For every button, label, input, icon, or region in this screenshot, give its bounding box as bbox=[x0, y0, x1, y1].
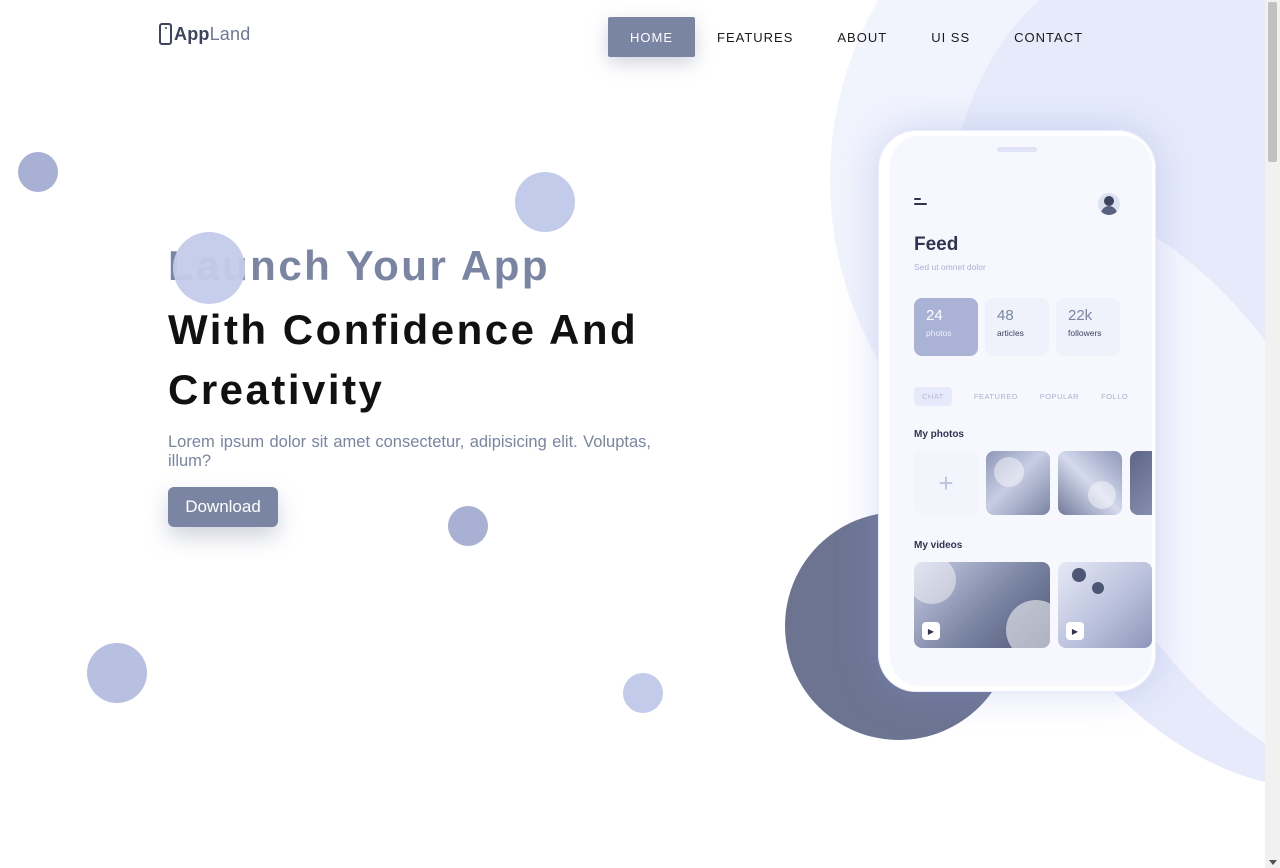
stat-value: 48 bbox=[997, 307, 1014, 324]
scrollbar-thumb[interactable] bbox=[1268, 2, 1277, 162]
logo-text-primary: App bbox=[174, 23, 210, 44]
nav-item-home[interactable]: HOME bbox=[608, 17, 695, 57]
decorative-circle bbox=[18, 152, 58, 192]
photo-thumbnail bbox=[1058, 451, 1122, 515]
phone-icon bbox=[159, 23, 172, 45]
video-shape bbox=[1092, 582, 1104, 594]
landing-page: App Land HOME FEATURES ABOUT UI SS CONTA… bbox=[0, 0, 1265, 868]
stat-card-articles: 48 articles bbox=[985, 298, 1049, 356]
nav-item-features[interactable]: FEATURES bbox=[695, 17, 815, 57]
logo[interactable]: App Land bbox=[159, 23, 250, 45]
scroll-down-arrow-icon[interactable] bbox=[1269, 860, 1277, 865]
nav-item-about[interactable]: ABOUT bbox=[815, 17, 909, 57]
video-shape bbox=[1006, 600, 1050, 648]
phone-tabs: CHAT FEATURED POPULAR FOLLO bbox=[914, 387, 1150, 406]
decorative-circle bbox=[87, 643, 147, 703]
avatar-icon bbox=[1098, 193, 1120, 215]
video-shape bbox=[914, 562, 956, 604]
stat-value: 22k bbox=[1068, 307, 1093, 324]
video-thumbnail: ▶ bbox=[1058, 562, 1152, 648]
video-thumbnail: ▶ bbox=[914, 562, 1050, 648]
decorative-circle bbox=[623, 673, 663, 713]
stat-label: followers bbox=[1068, 328, 1102, 338]
stat-label: photos bbox=[926, 328, 952, 338]
photo-shape bbox=[1088, 481, 1116, 509]
phone-notch bbox=[997, 147, 1037, 152]
photo-shape bbox=[994, 457, 1024, 487]
stat-label: articles bbox=[997, 328, 1024, 338]
video-shape bbox=[1072, 568, 1086, 582]
download-button[interactable]: Download bbox=[168, 487, 278, 527]
stat-card-photos: 24 photos bbox=[914, 298, 978, 356]
main-nav: HOME FEATURES ABOUT UI SS CONTACT bbox=[608, 17, 1105, 57]
photo-thumbnail bbox=[1130, 451, 1152, 515]
decorative-circle bbox=[515, 172, 575, 232]
photo-thumbnail bbox=[986, 451, 1050, 515]
plus-icon: + bbox=[938, 467, 954, 498]
add-photo-tile: + bbox=[914, 451, 978, 515]
logo-text-secondary: Land bbox=[209, 23, 251, 44]
decorative-circle bbox=[448, 506, 488, 546]
nav-item-ui-ss[interactable]: UI SS bbox=[909, 17, 992, 57]
videos-section-title: My videos bbox=[914, 540, 963, 551]
decorative-circle bbox=[173, 232, 245, 304]
nav-item-contact[interactable]: CONTACT bbox=[992, 17, 1105, 57]
phone-tab-following: FOLLO bbox=[1101, 392, 1129, 401]
phone-tab-chat: CHAT bbox=[914, 387, 952, 406]
page-scrollbar[interactable] bbox=[1265, 0, 1280, 868]
stat-card-followers: 22k followers bbox=[1056, 298, 1120, 356]
phone-mockup: Feed Sed ut omnet dolor 24 photos 48 art… bbox=[878, 130, 1156, 692]
feed-title: Feed bbox=[914, 234, 959, 255]
stat-value: 24 bbox=[926, 307, 943, 324]
play-icon: ▶ bbox=[922, 622, 940, 640]
feed-subtitle: Sed ut omnet dolor bbox=[914, 262, 986, 272]
phone-tab-featured: FEATURED bbox=[973, 392, 1018, 401]
hero-description: Lorem ipsum dolor sit amet consectetur, … bbox=[168, 433, 651, 470]
photos-section-title: My photos bbox=[914, 429, 964, 440]
phone-screen: Feed Sed ut omnet dolor 24 photos 48 art… bbox=[890, 136, 1152, 686]
hero-title: With Confidence And Creativity bbox=[168, 306, 639, 413]
play-icon: ▶ bbox=[1066, 622, 1084, 640]
phone-tab-popular: POPULAR bbox=[1039, 392, 1080, 401]
menu-icon bbox=[914, 198, 928, 208]
